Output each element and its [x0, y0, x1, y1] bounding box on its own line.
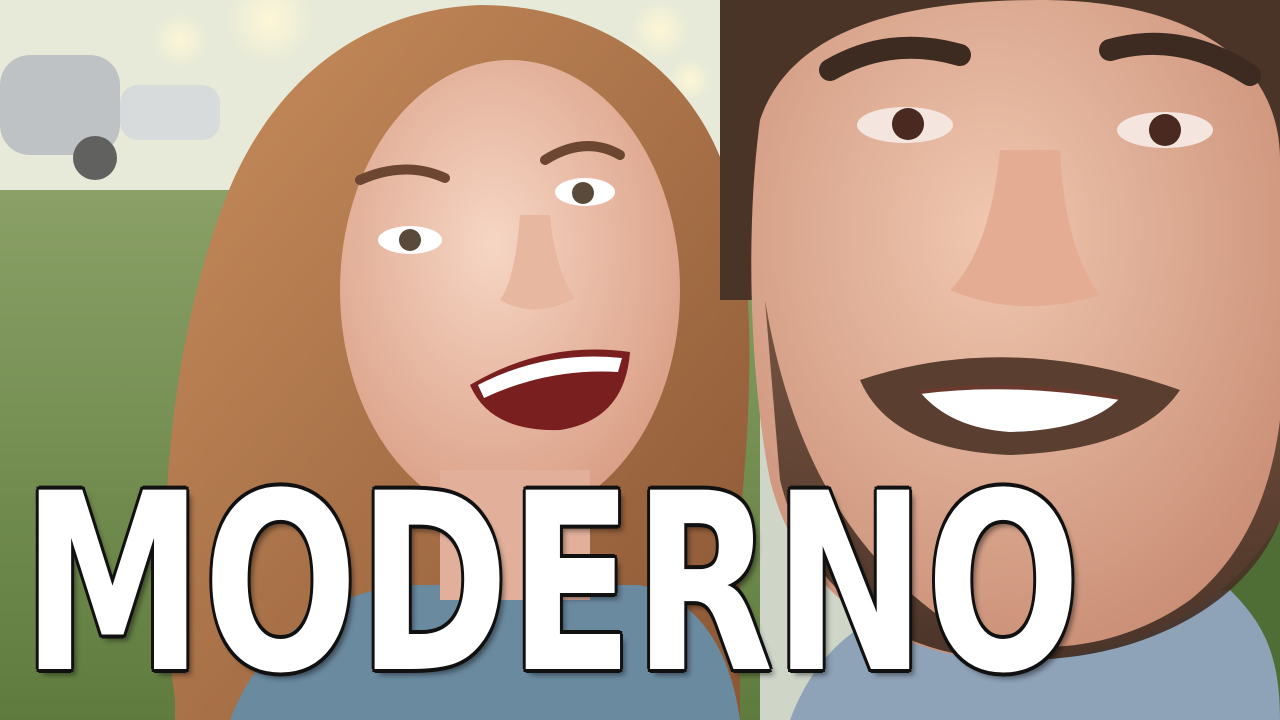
thumbnail-title: MODERNO: [22, 442, 1081, 720]
thumbnail: MODERNO: [0, 0, 1280, 720]
